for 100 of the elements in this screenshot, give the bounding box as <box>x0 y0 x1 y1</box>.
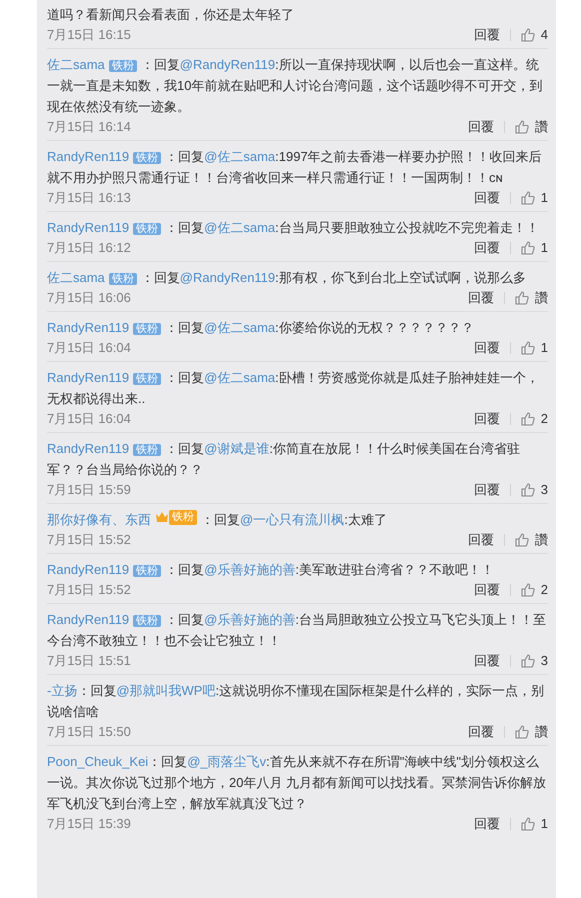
comment-time: 7月15日 16:04 <box>47 339 131 358</box>
comment-text: RandyRen119 铁粉 ：回复@佐二sama:卧槽！劳资感觉你就是瓜娃子胎神娃娃一个，无权都说得出来.. <box>47 369 540 408</box>
fan-badge: 铁粉 <box>133 223 162 235</box>
comment-text: Poon_Cheuk_Kei：回复@_雨落尘飞v:首先从来就不存在所谓"海峡中线"划分领权这么一说。其次你说飞过那个地方，20年八月 九月都有新闻可以找找看。冥禁洞告诉你解放军飞机没飞到台湾上空，解放军就真没飞过？ <box>47 753 548 813</box>
username-link[interactable]: 佐二sama <box>47 57 105 72</box>
username-link[interactable]: RandyRen119 <box>47 612 130 627</box>
comment-text: RandyRen119 铁粉 ：回复@乐善好施的善:美军敢进驻台湾省？？不敢吧！！ <box>47 561 495 579</box>
mention-link[interactable]: @_雨落尘飞v <box>187 754 266 769</box>
comment-text: 那你好像有、东西 铁粉 ：回复@一心只有流川枫:太难了 <box>47 509 388 529</box>
comment-time: 7月15日 15:52 <box>47 531 131 550</box>
fan-badge: 铁粉 <box>108 60 137 72</box>
mention-link[interactable]: @乐善好施的善 <box>204 612 296 627</box>
username-link[interactable]: RandyRen119 <box>47 562 130 577</box>
like-count: 1 <box>540 339 548 358</box>
comment-text: RandyRen119 铁粉 ：回复@谢斌是谁:你简直在放屁！！什么时候美国在台湾省驻军？？台当局给你说的？？ <box>47 440 521 479</box>
crown-icon <box>155 510 169 524</box>
username-link[interactable]: 那你好像有、东西 <box>47 512 151 527</box>
thumbs-up-icon[interactable] <box>515 725 529 739</box>
reply-button[interactable]: 回覆 <box>468 117 494 137</box>
like-count: 讚 <box>535 118 548 136</box>
thumbs-up-icon[interactable] <box>520 28 535 42</box>
username-link[interactable]: RandyRen119 <box>47 320 130 335</box>
username-link[interactable]: RandyRen119 <box>47 220 130 235</box>
comment-time: 7月15日 15:50 <box>47 723 131 742</box>
username-link[interactable]: RandyRen119 <box>47 370 130 385</box>
thumbs-up-icon[interactable] <box>520 412 535 426</box>
like-count: 讚 <box>535 531 548 550</box>
thumbs-up-icon[interactable] <box>520 817 535 831</box>
comment-text: 佐二sama 铁粉 ：回复@RandyRen119:所以一直保持现状啊，以后也会一直这样。统一就一直是未知数，我10年前就在贴吧和人讨论台湾问题，这个话题吵得不可开交，到现在依然没有统一迹象。 <box>47 56 544 116</box>
fan-badge: 铁粉 <box>108 273 137 285</box>
comment-time: 7月15日 15:59 <box>47 481 131 500</box>
comment-text: -立扬：回复@那就叫我WP吧:这就说明你不懂现在国际框架是什么样的，实际一点，别说啥信啥 <box>47 682 546 721</box>
thumbs-up-icon[interactable] <box>515 120 529 134</box>
comment-time: 7月15日 15:52 <box>47 581 131 600</box>
mention-link[interactable]: @RandyRen119 <box>180 57 276 72</box>
reply-button[interactable]: 回覆 <box>474 651 500 671</box>
reply-button[interactable]: 回覆 <box>474 188 500 208</box>
username-link[interactable]: RandyRen119 <box>47 149 130 164</box>
fan-badge: 铁粉 <box>133 152 162 164</box>
fan-badge: 铁粉 <box>169 510 197 524</box>
username-link[interactable]: -立扬 <box>47 683 78 698</box>
fan-badge: 铁粉 <box>133 373 162 385</box>
comment-time: 7月15日 16:04 <box>47 410 131 428</box>
mention-link[interactable]: @佐二sama <box>204 320 276 335</box>
username-link[interactable]: 佐二sama <box>47 270 105 285</box>
reply-button[interactable]: 回覆 <box>474 480 500 500</box>
reply-button[interactable]: 回覆 <box>468 530 494 550</box>
thumbs-up-icon[interactable] <box>520 241 535 255</box>
mention-link[interactable]: @佐二sama <box>204 370 276 385</box>
mention-link[interactable]: @乐善好施的善 <box>204 562 296 577</box>
reply-button[interactable]: 回覆 <box>468 722 494 742</box>
thumbs-up-icon[interactable] <box>520 583 535 597</box>
reply-button[interactable]: 回覆 <box>474 238 500 258</box>
thumbs-up-icon[interactable] <box>520 341 535 355</box>
reply-button[interactable]: 回覆 <box>474 338 500 358</box>
like-count: 1 <box>540 189 548 208</box>
reply-button[interactable]: 回覆 <box>468 288 494 308</box>
reply-button[interactable]: 回覆 <box>474 409 500 429</box>
mention-link[interactable]: @RandyRen119 <box>180 270 276 285</box>
thumbs-up-icon[interactable] <box>520 191 535 205</box>
comment-text: 道吗？看新闻只会看表面，你还是太年轻了 <box>47 6 295 24</box>
comment-time: 7月15日 15:51 <box>47 652 131 670</box>
thumbs-up-icon[interactable] <box>515 533 529 547</box>
comment-time: 7月15日 16:14 <box>47 118 131 136</box>
like-count: 3 <box>540 652 548 670</box>
like-count: 1 <box>540 815 548 834</box>
comment-time: 7月15日 15:39 <box>47 815 131 834</box>
comment-time: 7月15日 16:15 <box>47 26 131 44</box>
comment-text: 佐二sama 铁粉 ：回复@RandyRen119:那有权，你飞到台北上空试试啊，说那么多 <box>47 269 527 287</box>
fan-badge: 铁粉 <box>133 444 162 456</box>
fan-badge: 铁粉 <box>133 615 162 627</box>
comment-time: 7月15日 16:06 <box>47 289 131 308</box>
mention-link[interactable]: @那就叫我WP吧 <box>116 683 216 698</box>
like-count: 讚 <box>535 289 548 308</box>
mention-link[interactable]: @佐二sama <box>204 220 276 235</box>
like-count: 4 <box>540 26 548 44</box>
fan-badge: 铁粉 <box>133 565 162 577</box>
like-count: 讚 <box>535 723 548 742</box>
comment-time: 7月15日 16:13 <box>47 189 131 208</box>
like-count: 1 <box>540 239 548 258</box>
thumbs-up-icon[interactable] <box>520 483 535 497</box>
comment-text: RandyRen119 铁粉 ：回复@佐二sama:台当局只要胆敢独立公投就吃不完兜着走！！ <box>47 219 540 237</box>
username-link[interactable]: Poon_Cheuk_Kei <box>47 754 148 769</box>
comment-text: RandyRen119 铁粉 ：回复@佐二sama:1997年之前去香港一样要办护照！！收回来后就不用办护照只需通行证！！台湾省收回来一样只需通行证！！一国两制！！ᴄɴ <box>47 148 543 187</box>
like-count: 2 <box>540 581 548 600</box>
like-count: 2 <box>540 410 548 428</box>
mention-link[interactable]: @一心只有流川枫 <box>240 512 344 527</box>
fan-badge: 铁粉 <box>133 323 162 335</box>
reply-button[interactable]: 回覆 <box>474 580 500 600</box>
mention-link[interactable]: @佐二sama <box>204 149 276 164</box>
thumbs-up-icon[interactable] <box>520 654 535 668</box>
comment-text: RandyRen119 铁粉 ：回复@佐二sama:你婆给你说的无权？？？？？？？ <box>47 319 475 337</box>
like-count: 3 <box>540 481 548 500</box>
comment-text: RandyRen119 铁粉 ：回复@乐善好施的善:台当局胆敢独立公投立马飞它头顶上！！至今台湾不敢独立！！也不会让它独立！！ <box>47 611 547 650</box>
mention-link[interactable]: @谢斌是谁 <box>204 441 270 456</box>
reply-button[interactable]: 回覆 <box>474 25 500 45</box>
comment-time: 7月15日 16:12 <box>47 239 131 258</box>
reply-button[interactable]: 回覆 <box>474 814 500 834</box>
username-link[interactable]: RandyRen119 <box>47 441 130 456</box>
thumbs-up-icon[interactable] <box>515 291 529 305</box>
